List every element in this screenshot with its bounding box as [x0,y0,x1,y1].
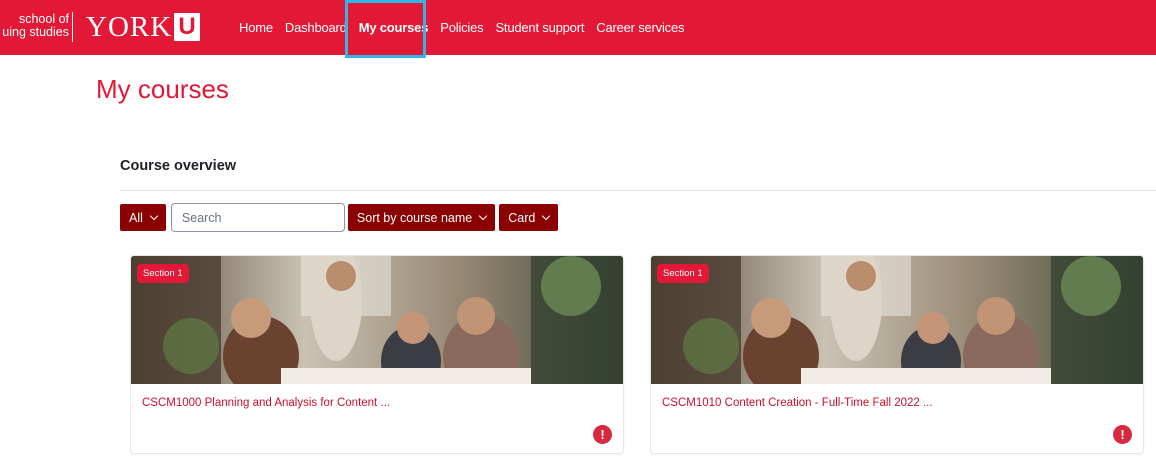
course-card[interactable]: Section 1 CSCM1010 Content Creation - Fu… [650,255,1144,454]
course-image[interactable]: Section 1 [651,256,1143,384]
top-navbar: school of uing studies YORK U Home Dashb… [0,0,1156,55]
chevron-down-icon [542,211,551,220]
view-dropdown[interactable]: Card [499,204,559,231]
nav-student-support[interactable]: Student support [489,0,590,55]
chevron-down-icon [149,211,159,220]
view-dropdown-label: Card [508,210,536,225]
logo-subtitle-line2: uing studies [2,25,69,39]
nav-home[interactable]: Home [233,0,279,55]
nav-my-courses[interactable]: My courses [353,0,435,55]
course-toolbar: All Sort by course name Card [120,203,559,232]
exclamation-icon[interactable]: ! [593,425,612,444]
primary-nav: Home Dashboard My courses Policies Stude… [233,0,690,55]
logo-subtitle: school of uing studies [2,13,69,39]
logo-u-mark: U [174,13,200,41]
course-name-link[interactable]: CSCM1010 Content Creation - Full-Time Fa… [662,397,933,409]
course-name-link[interactable]: CSCM1000 Planning and Analysis for Conte… [142,397,390,409]
logo-divider [72,12,73,42]
section-divider [120,190,1156,191]
course-photo [131,256,623,384]
nav-dashboard[interactable]: Dashboard [279,0,353,55]
nav-policies[interactable]: Policies [434,0,489,55]
course-overview-title: Course overview [120,158,237,174]
exclamation-icon[interactable]: ! [1113,425,1132,444]
york-logo[interactable]: school of uing studies YORK U [0,0,215,55]
nav-career-services[interactable]: Career services [590,0,690,55]
logo-wordmark: YORK [86,11,173,43]
course-image[interactable]: Section 1 [131,256,623,384]
sort-dropdown[interactable]: Sort by course name [347,204,496,231]
sort-dropdown-label: Sort by course name [356,210,473,225]
course-photo [651,256,1143,384]
section-badge: Section 1 [137,264,189,283]
page-title: My courses [96,74,229,104]
chevron-down-icon [479,211,488,220]
course-card[interactable]: Section 1 CSCM1000 Planning and Analysis… [130,255,624,454]
filter-dropdown[interactable]: All [120,204,166,231]
section-badge: Section 1 [657,264,709,283]
search-input[interactable] [170,203,345,232]
filter-dropdown-label: All [129,210,143,225]
